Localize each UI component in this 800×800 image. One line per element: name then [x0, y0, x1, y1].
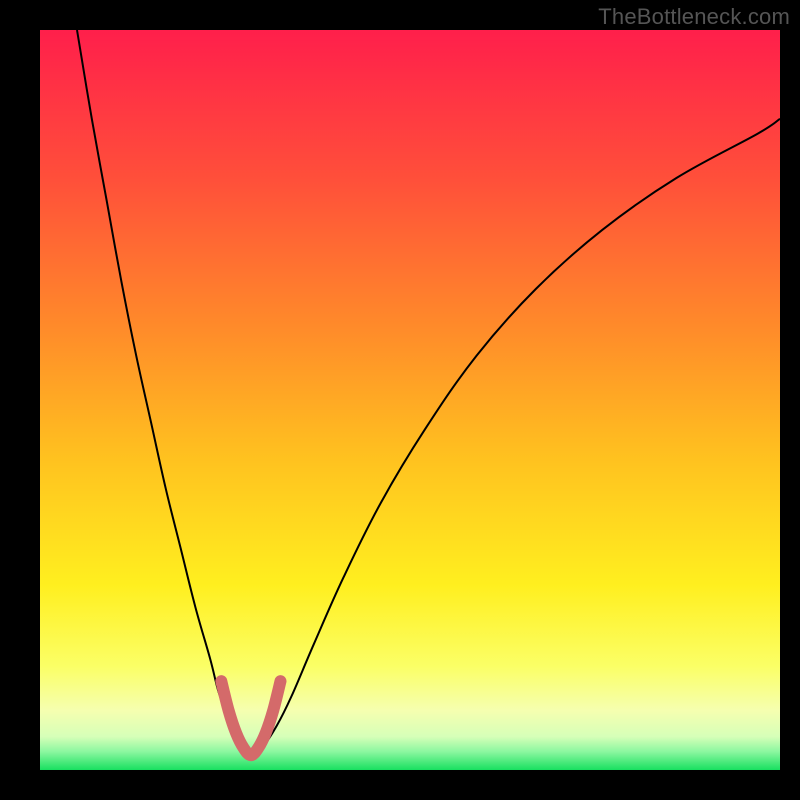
chart-svg — [40, 30, 780, 770]
watermark-text: TheBottleneck.com — [598, 4, 790, 30]
plot-area — [40, 30, 780, 770]
chart-frame: TheBottleneck.com — [0, 0, 800, 800]
chart-background — [40, 30, 780, 770]
